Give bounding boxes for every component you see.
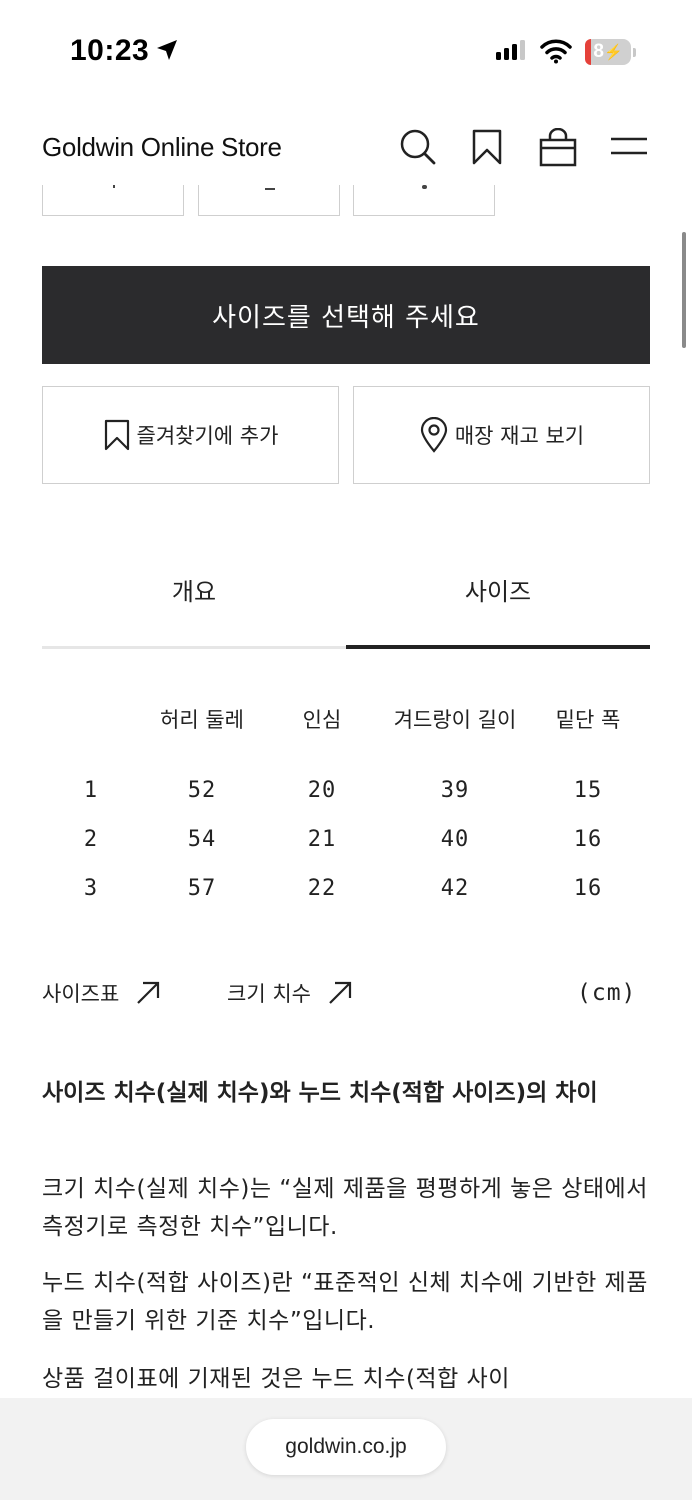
size-chart-label: 사이즈표 bbox=[42, 982, 120, 1006]
store-title[interactable]: Goldwin Online Store bbox=[42, 132, 282, 163]
status-time: 10:23 bbox=[70, 34, 150, 67]
store-stock-label: 매장 재고 보기 bbox=[454, 424, 585, 448]
bookmark-icon[interactable] bbox=[471, 128, 503, 166]
table-cell: 40 bbox=[440, 827, 470, 852]
menu-icon[interactable] bbox=[610, 134, 648, 158]
battery-tip bbox=[633, 48, 636, 57]
battery-icon: 8⚡ bbox=[585, 39, 631, 65]
site-header: Goldwin Online Store bbox=[0, 100, 692, 185]
table-cell: 52 bbox=[187, 778, 217, 803]
table-cell: 21 bbox=[307, 827, 337, 852]
table-cell: 16 bbox=[573, 827, 603, 852]
table-cell: 15 bbox=[573, 778, 603, 803]
table-cell: 2 bbox=[83, 827, 99, 852]
size-option-1[interactable] bbox=[42, 185, 184, 216]
size-chart-link[interactable]: 사이즈표 bbox=[42, 978, 161, 1008]
url-bar[interactable]: goldwin.co.jp bbox=[246, 1419, 446, 1475]
table-cell: 42 bbox=[440, 876, 470, 901]
select-size-button[interactable]: 사이즈를 선택해 주세요 bbox=[42, 266, 650, 364]
browser-bottom-bar: goldwin.co.jp bbox=[0, 1398, 692, 1500]
external-arrow-icon bbox=[137, 981, 160, 1004]
battery-low-indicator bbox=[585, 39, 591, 65]
scrollbar[interactable] bbox=[682, 232, 686, 348]
table-cell: 3 bbox=[83, 876, 99, 901]
tab-underline-inactive bbox=[42, 646, 346, 649]
table-header: 인심 bbox=[302, 708, 342, 732]
add-favorite-button[interactable]: 즐겨찾기에 추가 bbox=[42, 386, 339, 484]
measurement-label: 크기 치수 bbox=[227, 982, 311, 1006]
size-option-3[interactable] bbox=[353, 185, 495, 216]
status-bar: 10:23 8⚡ bbox=[0, 0, 692, 100]
measurement-link[interactable]: 크기 치수 bbox=[227, 978, 353, 1008]
store-stock-button[interactable]: 매장 재고 보기 bbox=[353, 386, 650, 484]
wifi-icon bbox=[540, 39, 572, 64]
table-header: 밑단 폭 bbox=[555, 708, 621, 732]
location-arrow-icon bbox=[157, 40, 177, 60]
table-cell: 54 bbox=[187, 827, 217, 852]
description-paragraph: 누드 치수(적합 사이즈)란 “표준적인 신체 치수에 기반한 제품을 만들기 … bbox=[42, 1270, 648, 1334]
tab-size[interactable]: 사이즈 bbox=[346, 572, 650, 607]
description-title: 사이즈 치수(실제 치수)와 누드 치수(적합 사이즈)의 차이 bbox=[42, 1080, 598, 1106]
description-paragraph: 상품 걸이표에 기재된 것은 누드 치수(적합 사이 bbox=[42, 1366, 510, 1392]
table-cell: 16 bbox=[573, 876, 603, 901]
cart-icon[interactable] bbox=[538, 128, 578, 168]
table-header: 겨드랑이 길이 bbox=[393, 708, 517, 732]
table-cell: 20 bbox=[307, 778, 337, 803]
add-favorite-label: 즐겨찾기에 추가 bbox=[136, 424, 279, 448]
battery-level: 8 bbox=[593, 41, 604, 62]
table-cell: 22 bbox=[307, 876, 337, 901]
external-arrow-icon bbox=[329, 981, 352, 1004]
location-pin-icon bbox=[420, 417, 447, 453]
size-option-2[interactable] bbox=[198, 185, 340, 216]
description-paragraph: 크기 치수(실제 치수)는 “실제 제품을 평평하게 놓은 상태에서 측정기로 … bbox=[42, 1176, 648, 1240]
tab-overview[interactable]: 개요 bbox=[42, 572, 346, 607]
bookmark-icon bbox=[104, 419, 129, 451]
unit-label: (cm) bbox=[577, 980, 637, 1006]
tab-underline-active bbox=[346, 645, 650, 649]
table-cell: 39 bbox=[440, 778, 470, 803]
table-cell: 57 bbox=[187, 876, 217, 901]
table-header: 허리 둘레 bbox=[160, 708, 244, 732]
search-icon[interactable] bbox=[399, 128, 437, 166]
cellular-signal-icon bbox=[496, 40, 525, 60]
table-cell: 1 bbox=[83, 778, 99, 803]
